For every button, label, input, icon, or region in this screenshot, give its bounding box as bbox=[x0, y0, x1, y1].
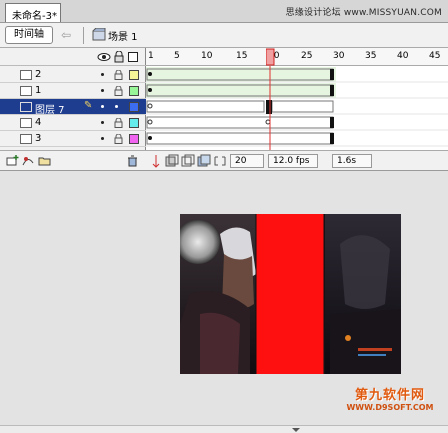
onion-skin-outlines-icon[interactable] bbox=[181, 154, 195, 168]
toolbar-divider bbox=[83, 27, 84, 44]
layer-icon bbox=[20, 134, 32, 144]
layer-name: 2 bbox=[35, 69, 42, 80]
layer-row-selected[interactable]: 图层 7 ✎ bbox=[0, 99, 146, 116]
layer-color-swatch[interactable] bbox=[129, 134, 139, 144]
playhead-marker[interactable] bbox=[266, 48, 275, 66]
stage-canvas[interactable] bbox=[180, 214, 401, 374]
pencil-icon: ✎ bbox=[84, 100, 93, 111]
layer-lock-icon[interactable] bbox=[114, 86, 123, 96]
layers-footer bbox=[0, 150, 146, 170]
horizontal-scrollbar[interactable] bbox=[0, 425, 448, 433]
center-frame-icon[interactable] bbox=[149, 154, 163, 168]
layer-name: 1 bbox=[35, 85, 42, 96]
ruler-tick: 10 bbox=[201, 51, 213, 61]
add-guide-layer-icon[interactable] bbox=[22, 155, 35, 167]
scene-label[interactable]: 场景 1 bbox=[108, 28, 138, 43]
layer-lock-icon[interactable] bbox=[114, 118, 123, 128]
ruler-tick: 15 bbox=[236, 51, 248, 61]
ruler-tick: 5 bbox=[174, 51, 180, 61]
layer-name: 4 bbox=[35, 117, 42, 128]
document-tab[interactable]: 未命名-3* bbox=[5, 3, 61, 22]
layer-row[interactable]: 2 bbox=[0, 67, 146, 83]
layer-lock-icon[interactable] bbox=[114, 70, 123, 80]
layer-icon bbox=[20, 70, 32, 80]
watermark-text: 思缘设计论坛 www.MISSYUAN.COM bbox=[285, 8, 442, 18]
add-layer-icon[interactable] bbox=[6, 155, 19, 167]
logo-sub-text: WWW.D9SOFT.COM bbox=[346, 403, 434, 412]
layers-panel: 2 1 图层 7 ✎ 4 3 bbox=[0, 48, 146, 170]
visibility-dot[interactable] bbox=[101, 121, 104, 124]
layer-color-swatch[interactable] bbox=[129, 102, 139, 112]
visibility-dot[interactable] bbox=[101, 89, 104, 92]
visibility-dot[interactable] bbox=[101, 73, 104, 76]
layer-row[interactable]: 1 bbox=[0, 83, 146, 99]
frame-grid[interactable] bbox=[146, 66, 448, 150]
elapsed-time-field: 1.6s bbox=[332, 154, 372, 168]
layer-name: 3 bbox=[35, 133, 42, 144]
timeline-toolbar: 时间轴 ⇦ 场景 1 bbox=[0, 23, 448, 48]
ruler-tick: 45 bbox=[429, 51, 441, 61]
ruler-tick: 30 bbox=[333, 51, 345, 61]
ruler-tick: 1 bbox=[148, 51, 154, 61]
scroll-arrow-icon[interactable] bbox=[292, 427, 300, 433]
document-tab-bar: 未命名-3* 思缘设计论坛 www.MISSYUAN.COM bbox=[0, 0, 448, 23]
frame-rate-field[interactable]: 12.0 fps bbox=[268, 154, 318, 168]
timeline-button[interactable]: 时间轴 bbox=[5, 26, 53, 44]
edit-multiple-frames-icon[interactable] bbox=[197, 154, 211, 168]
layer-icon bbox=[20, 86, 32, 96]
onion-skin-icon[interactable] bbox=[165, 154, 179, 168]
layer-icon bbox=[20, 102, 32, 112]
visibility-dot[interactable] bbox=[101, 137, 104, 140]
timeline-status-bar: 20 12.0 fps 1.6s bbox=[146, 150, 448, 170]
ruler-tick: 25 bbox=[301, 51, 313, 61]
layer-color-swatch[interactable] bbox=[129, 70, 139, 80]
modify-onion-markers-icon[interactable] bbox=[213, 154, 227, 168]
frames-panel[interactable]: 1 5 10 15 20 25 30 35 40 45 bbox=[146, 48, 448, 150]
layer-color-swatch[interactable] bbox=[129, 86, 139, 96]
stage-area[interactable]: 第九软件网 WWW.D9SOFT.COM bbox=[0, 170, 448, 433]
layer-lock-icon[interactable] bbox=[114, 134, 123, 144]
back-arrow-icon[interactable]: ⇦ bbox=[61, 28, 77, 42]
layer-row[interactable]: 4 bbox=[0, 115, 146, 131]
eye-icon[interactable] bbox=[97, 51, 111, 63]
trash-icon[interactable] bbox=[126, 155, 139, 167]
layer-icon bbox=[20, 118, 32, 128]
ruler-tick: 35 bbox=[365, 51, 377, 61]
lock-dot[interactable] bbox=[115, 105, 118, 108]
outline-toggle-icon[interactable] bbox=[128, 52, 138, 62]
site-logo: 第九软件网 WWW.D9SOFT.COM bbox=[338, 384, 442, 414]
layer-color-swatch[interactable] bbox=[129, 118, 139, 128]
lock-icon[interactable] bbox=[114, 51, 124, 63]
ruler-tick: 40 bbox=[397, 51, 409, 61]
current-frame-field: 20 bbox=[230, 154, 264, 168]
stage-artwork bbox=[180, 214, 401, 374]
layer-name: 图层 7 bbox=[35, 105, 65, 116]
add-folder-icon[interactable] bbox=[38, 155, 51, 167]
layers-header bbox=[0, 48, 146, 66]
layer-row[interactable]: 3 bbox=[0, 131, 146, 147]
scene-icon bbox=[92, 28, 106, 41]
frame-ruler[interactable]: 1 5 10 15 20 25 30 35 40 45 bbox=[146, 48, 448, 66]
visibility-dot[interactable] bbox=[101, 105, 104, 108]
logo-main-text: 第九软件网 bbox=[354, 388, 425, 403]
